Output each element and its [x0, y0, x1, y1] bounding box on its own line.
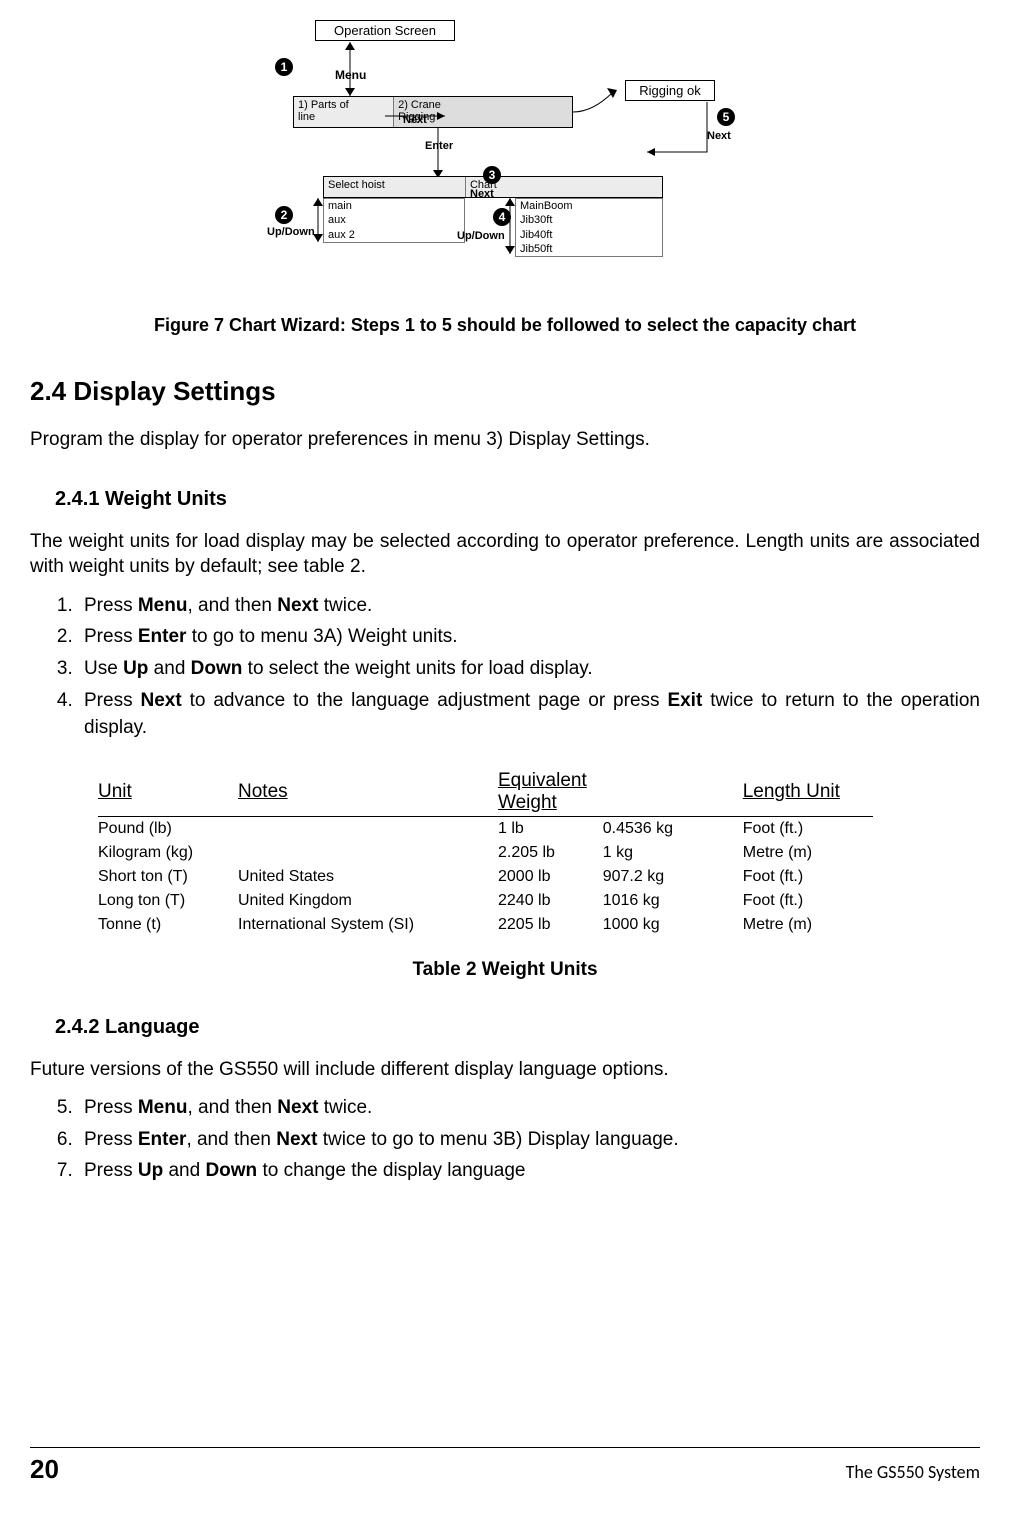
- figure-7-caption: Figure 7 Chart Wizard: Steps 1 to 5 shou…: [30, 315, 980, 336]
- th-length: Length Unit: [743, 768, 873, 817]
- step-4: Press Next to advance to the language ad…: [78, 687, 980, 742]
- diagram-hoist-item-2: aux 2: [324, 228, 464, 242]
- th-notes: Notes: [238, 768, 498, 817]
- step-7: Press Up and Down to change the display …: [78, 1157, 980, 1185]
- diagram-step-1: 1: [275, 58, 293, 76]
- table-2: Unit Notes Equivalent Weight Length Unit…: [98, 768, 980, 937]
- section-2-4-2-intro: Future versions of the GS550 will includ…: [30, 1057, 980, 1083]
- table-row: Tonne (t)International System (SI)2205 l…: [98, 913, 873, 937]
- step-5: Press Menu, and then Next twice.: [78, 1094, 980, 1122]
- th-eqw2: [603, 768, 743, 817]
- diagram-step-3: 3: [483, 166, 501, 184]
- diagram-step-2: 2: [275, 206, 293, 224]
- th-unit: Unit: [98, 768, 238, 817]
- page-footer: 20 The GS550 System: [30, 1447, 980, 1485]
- diagram-row1-cell1-line2: line: [298, 111, 389, 123]
- step-3: Use Up and Down to select the weight uni…: [78, 655, 980, 683]
- diagram-hoist-item-0: main: [324, 199, 464, 213]
- footer-title: The GS550 System: [846, 1461, 980, 1483]
- diagram-row1-cell2-line1: 2) Crane: [398, 99, 568, 111]
- heading-2-4: 2.4 Display Settings: [30, 376, 980, 407]
- diagram-row1-cell1-line1: 1) Parts of: [298, 99, 389, 111]
- table-2-caption: Table 2 Weight Units: [30, 959, 980, 981]
- diagram-chart-item-3: Jib50ft: [516, 242, 662, 256]
- table-row: Short ton (T)United States2000 lb907.2 k…: [98, 865, 873, 889]
- diagram-next-label-3: Next: [470, 188, 494, 200]
- step-2: Press Enter to go to menu 3A) Weight uni…: [78, 623, 980, 651]
- page-number: 20: [30, 1454, 59, 1485]
- diagram-rigging-ok: Rigging ok: [625, 80, 715, 101]
- diagram-chart-item-2: Jib40ft: [516, 228, 662, 242]
- section-2-4-intro: Program the display for operator prefere…: [30, 427, 980, 453]
- th-eqw: Equivalent Weight: [498, 768, 603, 817]
- diagram-chart-item-1: Jib30ft: [516, 213, 662, 227]
- diagram-step-5: 5: [717, 108, 735, 126]
- table-row: Long ton (T)United Kingdom2240 lb1016 kg…: [98, 889, 873, 913]
- weight-units-steps: Press Menu, and then Next twice. Press E…: [78, 592, 980, 742]
- diagram-hoist-item-1: aux: [324, 213, 464, 227]
- chart-wizard-diagram: Operation Screen 1 Menu 1) Parts of line…: [255, 20, 755, 300]
- diagram-operation-screen: Operation Screen: [315, 20, 455, 41]
- diagram-updown-label-2: Up/Down: [267, 226, 315, 238]
- language-steps: Press Menu, and then Next twice. Press E…: [78, 1094, 980, 1185]
- table-row: Kilogram (kg)2.205 lb1 kgMetre (m): [98, 841, 873, 865]
- section-2-4-1-intro: The weight units for load display may be…: [30, 529, 980, 580]
- step-1: Press Menu, and then Next twice.: [78, 592, 980, 620]
- heading-2-4-1: 2.4.1 Weight Units: [55, 488, 980, 511]
- step-6: Press Enter, and then Next twice to go t…: [78, 1126, 980, 1154]
- table-row: Pound (lb)1 lb0.4536 kgFoot (ft.): [98, 816, 873, 841]
- diagram-select-hoist: Select hoist: [324, 177, 466, 197]
- diagram-chart-item-0: MainBoom: [516, 199, 662, 213]
- heading-2-4-2: 2.4.2 Language: [55, 1016, 980, 1039]
- diagram-updown-label-4: Up/Down: [457, 230, 505, 242]
